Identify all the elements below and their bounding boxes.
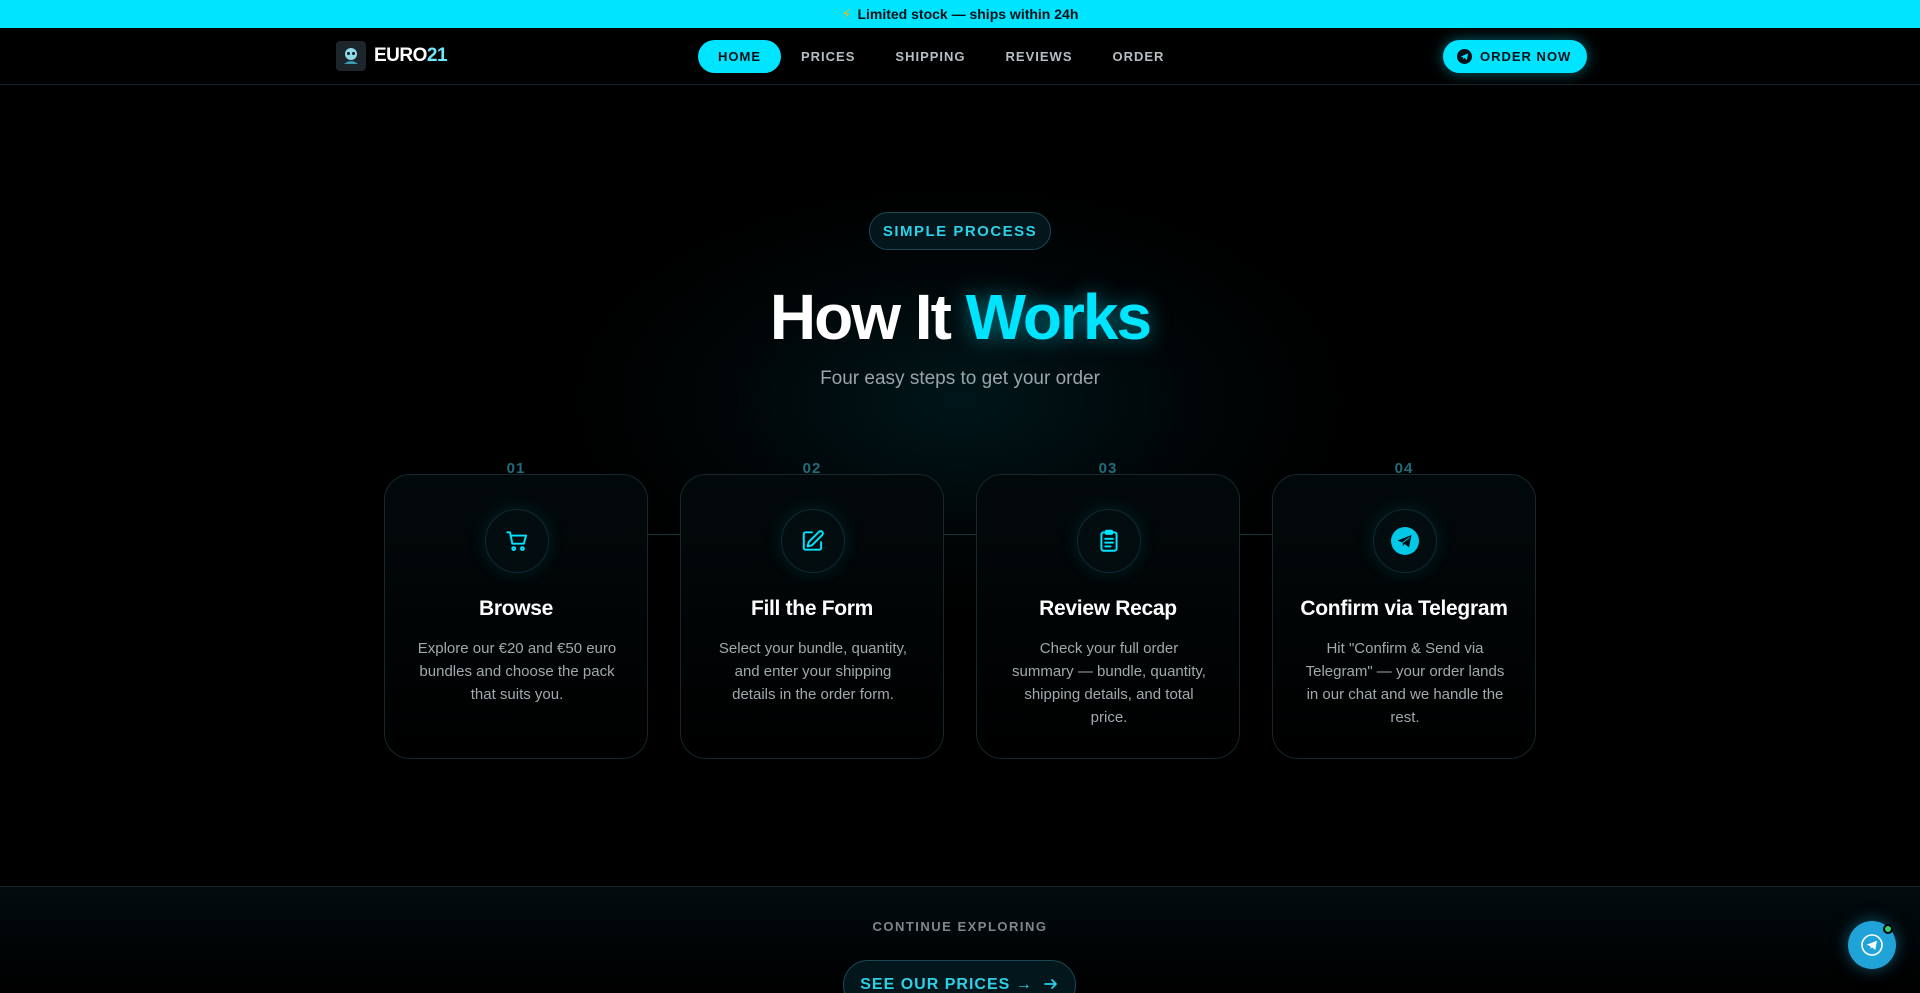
cart-icon bbox=[485, 509, 549, 573]
online-status-dot bbox=[1883, 924, 1893, 934]
brand-name-accent: 21 bbox=[426, 45, 448, 66]
step-card-review-recap: Review Recap Check your full order summa… bbox=[976, 474, 1240, 759]
order-now-label: ORDER NOW bbox=[1480, 49, 1572, 64]
brand-name: EURO21 bbox=[374, 45, 448, 67]
step-description: Explore our €20 and €50 euro bundles and… bbox=[417, 640, 617, 703]
telegram-icon bbox=[1373, 509, 1437, 573]
see-prices-button[interactable]: SEE OUR PRICES → bbox=[843, 960, 1076, 993]
page-subtitle: Four easy steps to get your order bbox=[820, 368, 1100, 389]
step-card-browse: Browse Explore our €20 and €50 euro bund… bbox=[384, 474, 648, 759]
lightning-bolt-icon: ⚡ bbox=[841, 5, 852, 22]
nav-reviews[interactable]: REVIEWS bbox=[986, 40, 1093, 73]
step-title: Browse bbox=[478, 597, 554, 620]
step-card-confirm-telegram: Confirm via Telegram Hit "Confirm & Send… bbox=[1272, 474, 1536, 759]
step-connector bbox=[647, 534, 681, 535]
nav-prices[interactable]: PRICES bbox=[781, 40, 875, 73]
title-main: How It bbox=[769, 281, 952, 353]
see-prices-label: SEE OUR PRICES → bbox=[860, 976, 1033, 993]
order-now-button[interactable]: ORDER NOW bbox=[1443, 40, 1588, 73]
section-badge: SIMPLE PROCESS bbox=[869, 212, 1051, 250]
mascot-logo-icon bbox=[336, 41, 366, 71]
step-connector bbox=[1239, 534, 1273, 535]
continue-exploring-label: CONTINUE EXPLORING bbox=[872, 919, 1048, 934]
step-connector bbox=[943, 534, 977, 535]
step-title: Confirm via Telegram bbox=[1300, 597, 1508, 620]
nav-shipping[interactable]: SHIPPING bbox=[875, 40, 985, 73]
nav-links: HOME PRICES SHIPPING REVIEWS ORDER bbox=[698, 40, 1184, 73]
step-title: Fill the Form bbox=[750, 597, 874, 620]
telegram-icon bbox=[1457, 49, 1472, 64]
step-description: Select your bundle, quantity, and enter … bbox=[718, 640, 908, 703]
announcement-bar: ⚡ Limited stock — ships within 24h bbox=[0, 0, 1920, 28]
brand-name-main: EURO bbox=[374, 45, 427, 66]
telegram-icon bbox=[1861, 934, 1883, 956]
page-title: How It Works bbox=[0, 280, 1920, 354]
announcement-text: Limited stock — ships within 24h bbox=[857, 6, 1079, 22]
step-card-fill-form: Fill the Form Select your bundle, quanti… bbox=[680, 474, 944, 759]
step-description: Check your full order summary — bundle, … bbox=[1012, 640, 1206, 726]
title-accent: Works bbox=[965, 281, 1152, 353]
nav-home[interactable]: HOME bbox=[698, 40, 781, 73]
step-description: Hit "Confirm & Send via Telegram" — your… bbox=[1305, 640, 1505, 726]
edit-icon bbox=[781, 509, 845, 573]
clipboard-icon bbox=[1077, 509, 1141, 573]
nav-order[interactable]: ORDER bbox=[1093, 40, 1185, 73]
step-title: Review Recap bbox=[1039, 597, 1177, 620]
brand-logo[interactable]: EURO21 bbox=[336, 41, 448, 71]
arrow-right-icon bbox=[1043, 976, 1059, 993]
top-nav: EURO21 HOME PRICES SHIPPING REVIEWS ORDE… bbox=[0, 28, 1920, 85]
